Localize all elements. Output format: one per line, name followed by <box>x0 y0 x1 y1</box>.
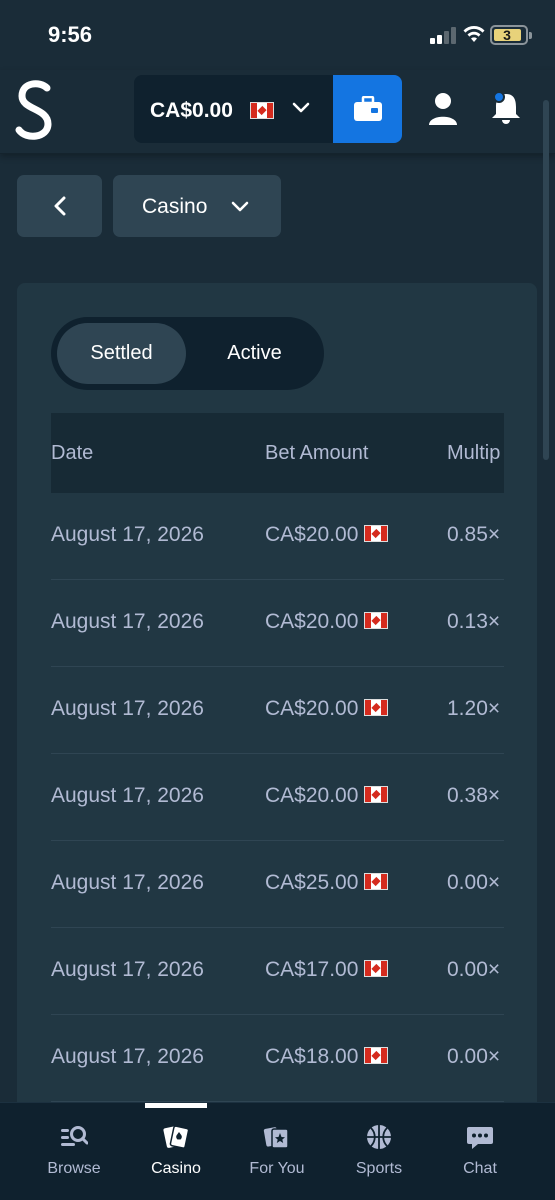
cell-date: August 17, 2026 <box>51 610 204 633</box>
bottom-nav: Browse Casino For You Sports Chat <box>0 1102 555 1200</box>
table-row[interactable]: August 17, 2026 CA$20.00 1.20× <box>51 667 504 754</box>
cell-date: August 17, 2026 <box>51 523 204 546</box>
nav-browse[interactable]: Browse <box>24 1103 124 1200</box>
cell-bet-amount: CA$20.00 <box>265 523 359 546</box>
casino-cards-icon <box>163 1125 190 1149</box>
balance-amount: CA$0.00 <box>150 99 233 122</box>
cell-bet-amount: CA$18.00 <box>265 1045 359 1068</box>
cell-bet-amount: CA$17.00 <box>265 958 359 981</box>
nav-for-you[interactable]: For You <box>227 1103 327 1200</box>
cell-multiplier: 0.00× <box>447 1045 501 1068</box>
cell-multiplier: 1.20× <box>447 697 501 720</box>
stake-logo[interactable] <box>14 80 58 142</box>
cell-multiplier: 0.85× <box>447 523 501 546</box>
battery-icon: 3 <box>490 25 532 45</box>
column-header-date: Date <box>51 442 94 464</box>
top-header: CA$0.00 <box>0 70 555 154</box>
bets-table[interactable]: Date Bet Amount Multip August 17, 2026 C… <box>51 413 504 1123</box>
cell-bet-amount: CA$20.00 <box>265 697 359 720</box>
battery-level: 3 <box>503 27 511 43</box>
wifi-icon <box>463 26 485 42</box>
status-time: 9:56 <box>48 22 93 47</box>
canada-flag-icon <box>250 102 274 119</box>
cell-multiplier: 0.13× <box>447 610 501 633</box>
canada-flag-icon <box>364 611 389 629</box>
user-icon[interactable] <box>428 92 458 126</box>
table-row[interactable]: August 17, 2026 CA$20.00 0.13× <box>51 580 504 667</box>
canada-flag-icon <box>364 1046 389 1064</box>
table-header: Date Bet Amount Multip <box>51 413 504 493</box>
category-dropdown[interactable]: Casino <box>113 175 281 237</box>
chevron-down-icon <box>231 201 249 212</box>
nav-casino[interactable]: Casino <box>126 1103 226 1200</box>
table-row[interactable]: August 17, 2026 CA$25.00 0.00× <box>51 841 504 928</box>
table-row[interactable]: August 17, 2026 CA$18.00 0.00× <box>51 1015 504 1102</box>
cell-date: August 17, 2026 <box>51 871 204 894</box>
chat-icon <box>467 1127 493 1149</box>
table-row[interactable]: August 17, 2026 CA$20.00 0.38× <box>51 754 504 841</box>
nav-chat[interactable]: Chat <box>430 1103 530 1200</box>
balance-dropdown[interactable]: CA$0.00 <box>134 75 334 143</box>
cell-date: August 17, 2026 <box>51 1045 204 1068</box>
cell-date: August 17, 2026 <box>51 697 204 720</box>
for-you-icon <box>263 1127 289 1149</box>
canada-flag-icon <box>364 959 389 977</box>
cell-bet-amount: CA$20.00 <box>265 610 359 633</box>
browse-icon <box>61 1126 88 1146</box>
page-scrollbar[interactable] <box>543 100 549 460</box>
column-header-bet-amount: Bet Amount <box>265 442 369 464</box>
nav-label: For You <box>249 1160 305 1177</box>
bell-icon[interactable] <box>489 90 523 126</box>
basketball-icon <box>367 1125 391 1149</box>
cell-bet-amount: CA$25.00 <box>265 871 359 894</box>
cellular-signal-icon <box>430 26 456 44</box>
canada-flag-icon <box>364 785 389 803</box>
bets-panel: Settled Active Date Bet Amount Multip Au… <box>17 283 537 1123</box>
status-bar: 9:56 3 <box>0 0 555 70</box>
wallet-icon <box>353 96 382 121</box>
table-row[interactable]: August 17, 2026 CA$20.00 0.85× <box>51 493 504 580</box>
tab-active[interactable]: Active <box>191 323 318 384</box>
cell-multiplier: 0.38× <box>447 784 501 807</box>
column-header-multiplier: Multip <box>447 442 501 464</box>
cell-multiplier: 0.00× <box>447 871 501 894</box>
tab-settled[interactable]: Settled <box>57 323 186 384</box>
bet-status-toggle: Settled Active <box>51 317 324 390</box>
cell-multiplier: 0.00× <box>447 958 501 981</box>
back-button[interactable] <box>17 175 102 237</box>
nav-label: Chat <box>463 1160 497 1177</box>
nav-label: Browse <box>47 1160 101 1177</box>
chevron-left-icon <box>54 196 65 216</box>
table-row[interactable]: August 17, 2026 CA$17.00 0.00× <box>51 928 504 1015</box>
cell-date: August 17, 2026 <box>51 958 204 981</box>
nav-label: Sports <box>355 1160 403 1177</box>
chevron-down-icon <box>292 102 310 113</box>
wallet-button[interactable] <box>333 75 402 143</box>
canada-flag-icon <box>364 524 389 542</box>
nav-label: Casino <box>151 1160 201 1177</box>
category-label: Casino <box>142 195 208 218</box>
cell-bet-amount: CA$20.00 <box>265 784 359 807</box>
cell-date: August 17, 2026 <box>51 784 204 807</box>
nav-sports[interactable]: Sports <box>329 1103 429 1200</box>
canada-flag-icon <box>364 698 389 716</box>
canada-flag-icon <box>364 872 389 890</box>
